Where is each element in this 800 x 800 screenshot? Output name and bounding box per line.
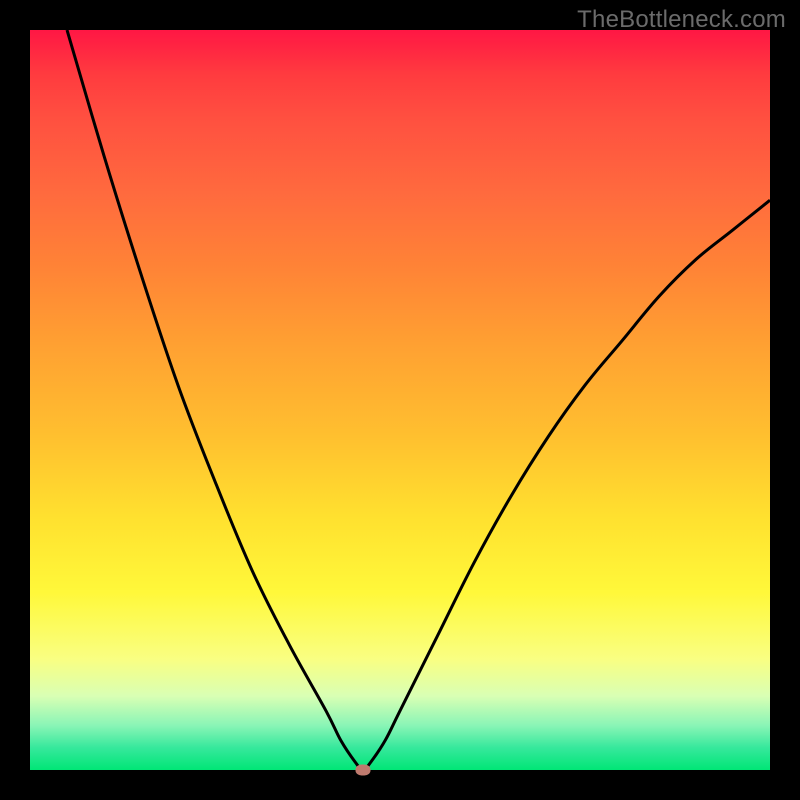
bottleneck-curve [30,30,770,770]
minimum-marker [356,765,371,776]
plot-area [30,30,770,770]
curve-path [67,30,770,770]
chart-frame: TheBottleneck.com [0,0,800,800]
